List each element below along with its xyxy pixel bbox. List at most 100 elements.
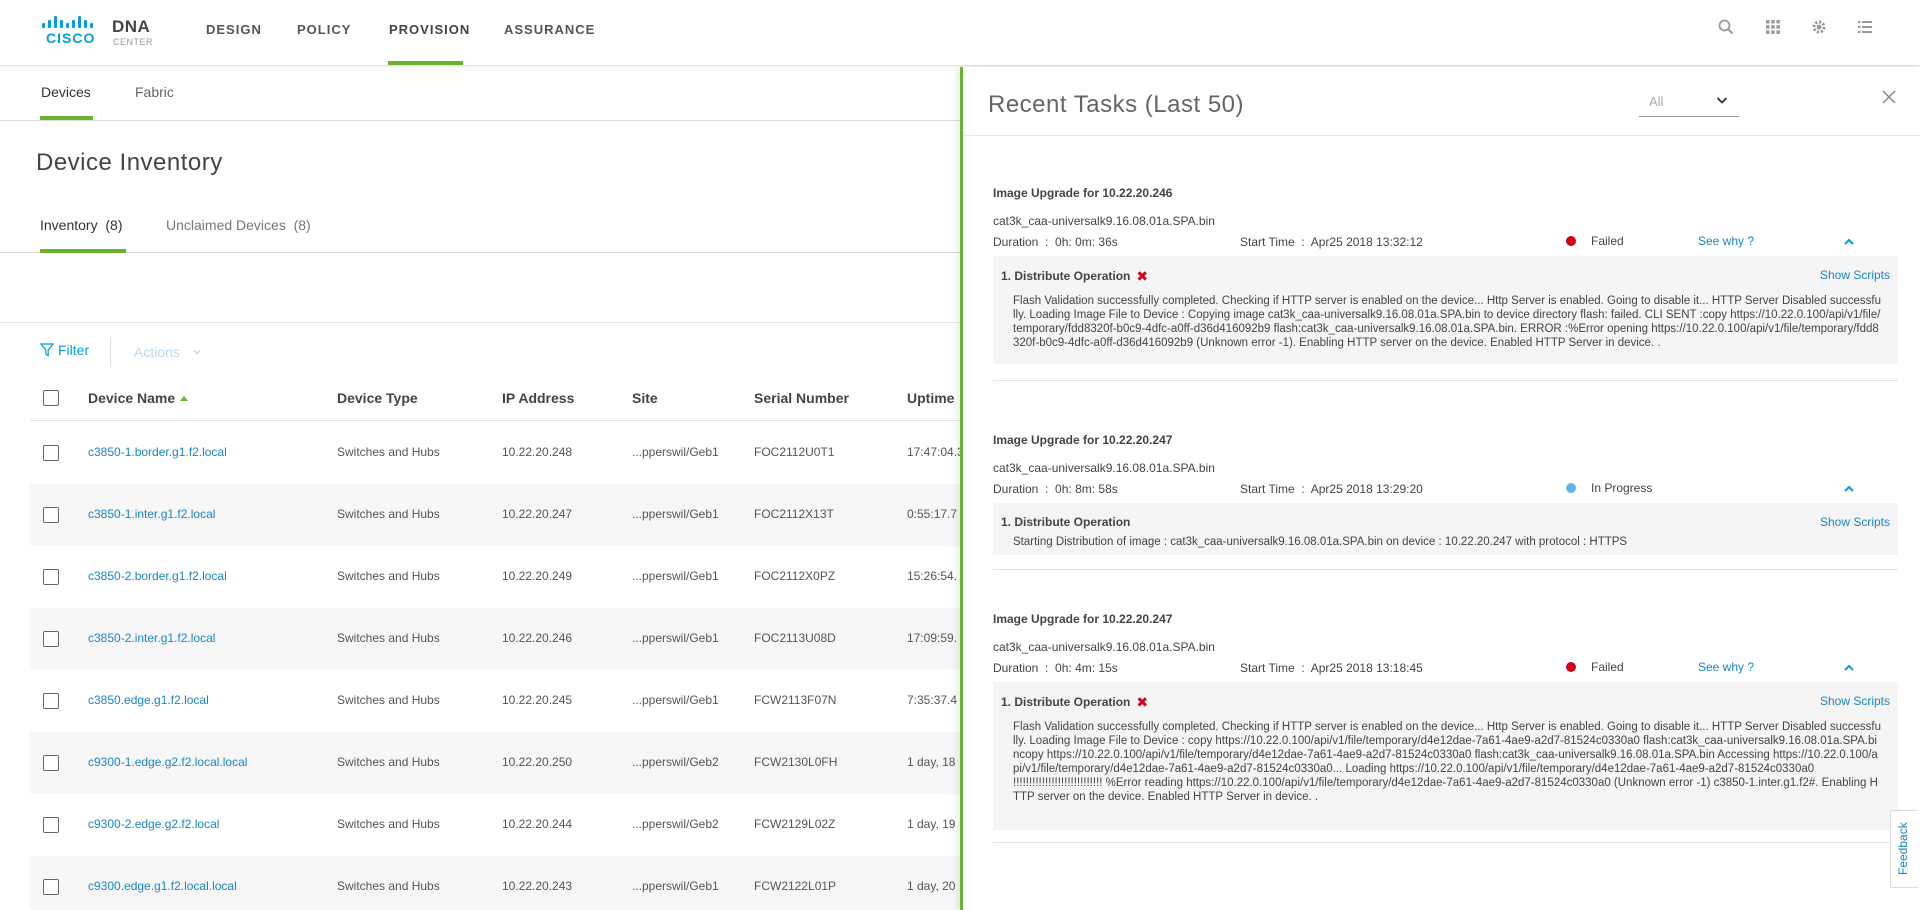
site-cell: ...pperswil/Geb1 [632, 569, 719, 583]
row-checkbox[interactable] [43, 755, 59, 771]
device-name-link[interactable]: c9300-2.edge.g2.f2.local [88, 817, 219, 831]
cisco-dna-center-logo[interactable]: CISCO DNA CENTER [40, 14, 180, 50]
site-cell: ...pperswil/Geb1 [632, 507, 719, 521]
task-divider [993, 380, 1898, 381]
error-x-icon: ✖ [1136, 694, 1149, 710]
serial-number-cell: FCW2113F07N [754, 693, 837, 707]
nav-assurance[interactable]: ASSURANCE [504, 22, 595, 37]
start-time-label: Start Time [1240, 661, 1295, 675]
uptime-cell: 7:35:37.4 [907, 693, 958, 707]
row-checkbox[interactable] [43, 631, 59, 647]
duration-value: 0h: 4m: 15s [1055, 661, 1118, 675]
task-duration: Duration : 0h: 8m: 58s [993, 482, 1118, 496]
nav-policy[interactable]: POLICY [297, 22, 351, 37]
filter-button[interactable]: Filter [40, 342, 89, 362]
serial-number-cell: FOC2112U0T1 [754, 445, 835, 459]
start-time-value: Apr25 2018 13:32:12 [1310, 235, 1423, 249]
tab-fabric[interactable]: Fabric [135, 84, 174, 100]
close-icon[interactable] [1879, 87, 1899, 107]
table-row: c3850.edge.g1.f2.local Switches and Hubs… [30, 670, 960, 732]
see-why-link[interactable]: See why ? [1698, 660, 1754, 674]
row-checkbox[interactable] [43, 879, 59, 895]
row-checkbox[interactable] [43, 569, 59, 585]
nav-active-indicator [388, 61, 463, 65]
device-name-link[interactable]: c9300.edge.g1.f2.local.local [88, 879, 237, 893]
uptime-cell: 17:09:59. [907, 631, 958, 645]
actions-label: Actions [134, 344, 180, 360]
table-row: c3850-2.border.g1.f2.local Switches and … [30, 546, 960, 608]
chevron-up-icon[interactable] [1842, 482, 1856, 496]
task-title: Image Upgrade for 10.22.20.246 [993, 186, 1173, 200]
list-icon[interactable] [1856, 19, 1874, 37]
row-checkbox[interactable] [43, 445, 59, 461]
start-time-label: Start Time [1240, 235, 1295, 249]
device-name-link[interactable]: c3850-1.border.g1.f2.local [88, 445, 227, 459]
status-in-progress-icon [1566, 483, 1576, 493]
task-divider [993, 569, 1898, 570]
serial-number-cell: FCW2122L01P [754, 879, 837, 893]
show-scripts-link[interactable]: Show Scripts [1820, 694, 1890, 708]
device-name-link[interactable]: c3850.edge.g1.f2.local [88, 693, 209, 707]
column-serial-number[interactable]: Serial Number [754, 390, 849, 406]
panel-header-divider [963, 135, 1920, 136]
show-scripts-link[interactable]: Show Scripts [1820, 268, 1890, 282]
gear-icon[interactable] [1810, 19, 1828, 37]
operation-title: 1. Distribute Operation ✖ [1001, 694, 1148, 711]
task-duration: Duration : 0h: 0m: 36s [993, 235, 1118, 249]
tab-unclaimed-label: Unclaimed Devices [166, 217, 286, 233]
device-name-link[interactable]: c3850-2.border.g1.f2.local [88, 569, 227, 583]
chevron-down-icon [193, 350, 201, 355]
row-checkbox[interactable] [43, 507, 59, 523]
task-filter-select[interactable]: All [1639, 87, 1739, 117]
error-x-icon: ✖ [1136, 268, 1149, 284]
subtab-active-indicator [40, 116, 93, 120]
serial-number-cell: FCW2130L0FH [754, 755, 838, 769]
see-why-link[interactable]: See why ? [1698, 234, 1754, 248]
filter-label: Filter [58, 342, 90, 358]
column-uptime[interactable]: Uptime [907, 390, 954, 406]
ip-address-cell: 10.22.20.246 [502, 631, 573, 645]
tab-inventory[interactable]: Inventory (8) [40, 217, 123, 233]
ip-address-cell: 10.22.20.249 [502, 569, 573, 583]
duration-colon: : [1045, 235, 1049, 249]
duration-label: Duration [993, 661, 1039, 675]
operation-details-box: 1. Distribute Operation ✖ Show Scripts Fl… [993, 682, 1898, 830]
tab-devices[interactable]: Devices [41, 84, 91, 100]
column-device-name[interactable]: Device Name [88, 390, 189, 406]
panel-title: Recent Tasks (Last 50) [988, 91, 1245, 118]
operation-title: 1. Distribute Operation [1001, 515, 1131, 529]
device-name-link[interactable]: c9300-1.edge.g2.f2.local.local [88, 755, 247, 769]
cisco-bars-icon [42, 16, 102, 28]
chevron-up-icon[interactable] [1842, 235, 1856, 249]
task-title: Image Upgrade for 10.22.20.247 [993, 433, 1173, 447]
duration-label: Duration [993, 482, 1039, 496]
apps-grid-icon[interactable] [1764, 19, 1782, 37]
site-cell: ...pperswil/Geb2 [632, 755, 719, 769]
start-time-colon: : [1301, 235, 1305, 249]
tab-unclaimed-devices[interactable]: Unclaimed Devices (8) [166, 217, 311, 233]
operation-details-box: 1. Distribute Operation Show Scripts Sta… [993, 503, 1898, 555]
device-name-link[interactable]: c3850-1.inter.g1.f2.local [88, 507, 215, 521]
nav-design[interactable]: DESIGN [206, 22, 262, 37]
nav-provision[interactable]: PROVISION [389, 22, 470, 37]
site-cell: ...pperswil/Geb1 [632, 631, 719, 645]
column-ip-address[interactable]: IP Address [502, 390, 574, 406]
device-name-link[interactable]: c3850-2.inter.g1.f2.local [88, 631, 215, 645]
chevron-up-icon[interactable] [1842, 661, 1856, 675]
row-checkbox[interactable] [43, 693, 59, 709]
search-icon[interactable] [1717, 19, 1735, 37]
sort-ascending-icon [180, 396, 189, 401]
feedback-label: Feedback [1896, 822, 1910, 875]
feedback-tab[interactable]: Feedback [1890, 810, 1918, 888]
column-device-type[interactable]: Device Type [337, 390, 418, 406]
row-checkbox[interactable] [43, 817, 59, 833]
show-scripts-link[interactable]: Show Scripts [1820, 515, 1890, 529]
select-all-checkbox[interactable] [43, 390, 59, 406]
ip-address-cell: 10.22.20.245 [502, 693, 573, 707]
site-cell: ...pperswil/Geb1 [632, 445, 719, 459]
serial-number-cell: FOC2113U08D [754, 631, 836, 645]
column-site[interactable]: Site [632, 390, 658, 406]
serial-number-cell: FOC2112X0PZ [754, 569, 836, 583]
actions-dropdown[interactable]: Actions [134, 344, 202, 360]
duration-colon: : [1045, 482, 1049, 496]
